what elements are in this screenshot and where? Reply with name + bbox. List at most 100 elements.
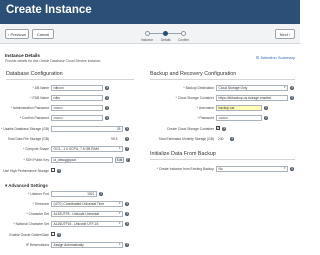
backup-storage-value: 240: [218, 136, 224, 141]
create-container-row: Create Cloud Storage Container ✓ ?: [167, 126, 228, 132]
chevron-down-icon: ▾: [119, 146, 121, 151]
page-header: Create Instance: [0, 0, 300, 24]
help-icon[interactable]: ?: [125, 211, 130, 216]
help-icon[interactable]: ?: [264, 115, 269, 120]
db-name-field[interactable]: rdbcon: [51, 85, 103, 91]
charset-label: * Character Set: [26, 211, 49, 216]
high-perf-checkbox[interactable]: [51, 168, 55, 173]
admin-password-row: * Administration Password •••••••• ?: [11, 105, 110, 111]
ip-reservations-label: IP Reservations: [25, 242, 49, 247]
backup-password-row: * Password •••••••• ?: [197, 115, 269, 121]
help-icon[interactable]: ?: [105, 85, 110, 90]
create-from-backup-select[interactable]: No: [216, 166, 288, 172]
help-icon[interactable]: ?: [290, 95, 295, 100]
backup-password-label: * Password: [197, 115, 214, 120]
oracle-gg-row: Enable Oracle GoldenGate ?: [9, 232, 63, 238]
national-charset-select[interactable]: AL16UTF16 - Unicode UTF-16: [51, 221, 123, 227]
oracle-gg-checkbox[interactable]: [51, 232, 55, 237]
pdb-name-label: * PDB Name: [30, 95, 49, 100]
compute-shape-label: * Compute Shape: [22, 146, 49, 151]
chevron-down-icon: ▾: [119, 201, 121, 206]
help-icon[interactable]: ?: [125, 126, 130, 131]
charset-select[interactable]: AL32UTF8 - Unicode Universal: [51, 211, 123, 217]
database-config-divider: [6, 79, 134, 80]
previous-button[interactable]: ‹ Previous: [5, 29, 29, 39]
help-icon[interactable]: ?: [125, 221, 130, 226]
confirm-password-label: * Confirm Password: [19, 115, 49, 120]
help-icon[interactable]: ?: [57, 168, 62, 173]
help-icon[interactable]: ?: [105, 95, 110, 100]
step-instance-dot[interactable]: [144, 31, 150, 36]
chevron-down-icon: ▾: [119, 211, 121, 216]
help-icon[interactable]: ?: [125, 242, 130, 247]
admin-password-field[interactable]: ••••••••: [51, 105, 103, 111]
help-icon[interactable]: ?: [105, 115, 110, 120]
ssh-key-label: * SSH Public Key: [23, 157, 49, 162]
username-field[interactable]: backup.usr: [216, 105, 262, 111]
ip-reservations-select[interactable]: Assign Automatically: [51, 242, 123, 248]
step-confirm-dot: [180, 31, 186, 36]
section-title: Instance Details: [5, 53, 40, 58]
cancel-button[interactable]: Cancel: [32, 29, 54, 39]
help-icon[interactable]: ?: [125, 201, 130, 206]
advanced-settings-toggle[interactable]: ▾ Advanced Settings: [5, 183, 48, 189]
create-container-checkbox[interactable]: ✓: [216, 126, 220, 131]
ip-reservations-row: IP Reservations Assign Automatically ▾ ?: [26, 242, 130, 248]
listener-port-field[interactable]: 1521: [51, 191, 97, 197]
timezone-label: * Timezone: [32, 201, 50, 206]
backup-destination-select[interactable]: Cloud Storage Only: [216, 85, 288, 91]
chevron-right-icon: ›: [287, 32, 291, 37]
help-icon[interactable]: ?: [125, 136, 130, 141]
backup-storage-row: Total Estimated Monthly Storage (GB) 240…: [159, 136, 266, 142]
step-instance-label: Instance: [141, 37, 154, 42]
help-icon[interactable]: ?: [290, 85, 295, 90]
usable-storage-field[interactable]: 25: [51, 126, 123, 132]
db-name-row: * DB Name rdbcon ?: [33, 85, 110, 91]
step-confirm-label: Confirm: [178, 37, 190, 42]
help-icon[interactable]: ?: [125, 146, 130, 151]
confirm-password-field[interactable]: ••••••••: [51, 115, 103, 121]
ssh-key-field[interactable]: id_dbsuggt.pub: [51, 157, 113, 163]
help-icon[interactable]: ?: [290, 166, 295, 171]
initialize-title: Initialize Data From Backup: [150, 151, 216, 157]
usable-storage-label: * Usable Database Storage (GB): [1, 126, 49, 131]
help-icon[interactable]: ?: [230, 136, 235, 141]
admin-password-label: * Administration Password: [10, 105, 49, 110]
listener-port-row: * Listener Port 1521 ?: [28, 191, 104, 197]
storage-container-field[interactable]: https://dbbackup.us.storage.oraclecl: [216, 95, 288, 101]
national-charset-row: * National Character Set AL16UTF16 - Uni…: [13, 221, 130, 227]
usable-storage-row: * Usable Database Storage (GB) 25 ?: [1, 126, 130, 132]
ssh-key-row: * SSH Public Key id_dbsuggt.pub Edit ?: [24, 157, 130, 163]
username-label: * Username: [196, 105, 214, 110]
compute-shape-select[interactable]: OC3 - 1.0 OCPU, 7.5 GB RAM: [51, 146, 123, 152]
pdb-name-row: * PDB Name rdbs ?: [30, 95, 110, 101]
help-icon[interactable]: ?: [105, 105, 110, 110]
initialize-divider: [150, 159, 295, 160]
help-icon[interactable]: ?: [99, 191, 104, 196]
help-icon[interactable]: ?: [125, 157, 130, 162]
pdb-name-field[interactable]: rdbs: [51, 95, 103, 101]
database-config-title: Database Configuration: [6, 71, 63, 77]
backup-storage-label: Total Estimated Monthly Storage (GB): [158, 136, 214, 141]
help-icon[interactable]: ?: [264, 105, 269, 110]
db-name-label: * DB Name: [32, 85, 50, 90]
backup-config-divider: [150, 79, 295, 80]
timezone-select[interactable]: (UTC) Coordinated Universal Time: [51, 201, 123, 207]
create-container-label: Create Cloud Storage Container: [166, 126, 214, 131]
help-icon[interactable]: ?: [222, 126, 227, 131]
help-icon[interactable]: ?: [57, 232, 62, 237]
total-storage-label: Total Data File Storage (GB): [7, 136, 49, 141]
step-details-dot: [162, 31, 168, 36]
high-perf-row: Use High Performance Storage ?: [3, 168, 63, 174]
create-from-backup-row: * Create Instance from Existing Backup N…: [157, 166, 295, 172]
selection-summary-link[interactable]: ☰ Selection Summary: [256, 55, 295, 60]
national-charset-label: * National Character Set: [13, 221, 49, 226]
backup-password-field[interactable]: ••••••••: [216, 115, 262, 121]
selection-summary-label: Selection Summary: [260, 55, 295, 60]
next-label: Next: [279, 32, 288, 37]
section-description: Provide details for this Oracle Database…: [5, 59, 102, 63]
storage-container-row: * Cloud Storage Container https://dbback…: [176, 95, 295, 101]
listener-port-label: * Listener Port: [28, 191, 49, 196]
ssh-key-edit-button[interactable]: Edit: [115, 157, 124, 163]
next-button[interactable]: Next ›: [275, 29, 295, 39]
